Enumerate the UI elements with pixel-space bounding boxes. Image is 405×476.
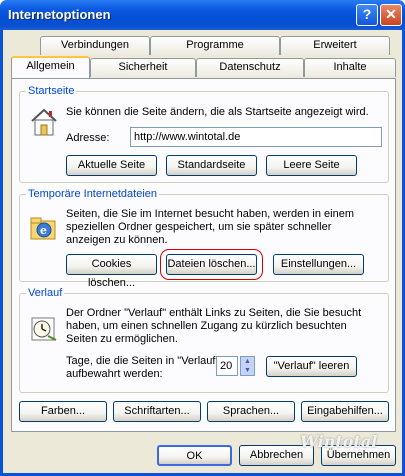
blank-page-button[interactable]: Leere Seite [266,155,357,176]
group-temp-files: Temporäre Internetdateien e Seiten, die … [19,188,389,289]
temp-files-line-1: Seiten, die Sie im Internet besucht habe… [66,208,355,220]
title-bar[interactable]: Internetoptionen ? ✕ [0,0,405,30]
startseite-description: Sie können die Seite ändern, die als Sta… [66,106,369,118]
dialog-client: Verbindungen Programme Erweitert Allgeme… [3,30,402,473]
address-input[interactable]: http://www.wintotal.de [130,127,382,147]
address-label: Adresse: [66,132,110,144]
history-clock-icon [31,317,57,341]
window-title: Internetoptionen [8,7,111,22]
dialog-window: Internetoptionen ? ✕ Verbindungen Progra… [0,0,405,476]
accessibility-button[interactable]: Eingabehilfen... [301,401,389,422]
verlauf-line-2: haben, um einen schnellen Zugang zu kürz… [66,320,347,332]
tab-label: Allgemein [26,60,75,72]
settings-button[interactable]: Einstellungen... [273,254,364,275]
tab-label: Sicherheit [118,61,168,73]
delete-files-highlight [160,249,263,280]
group-title: Temporäre Internetdateien [26,188,160,201]
verlauf-line-3: Seiten zu ermöglichen. [66,333,178,345]
tab-datenschutz[interactable]: Datenschutz [196,58,304,77]
tab-inhalte[interactable]: Inhalte [304,58,396,77]
days-spinner[interactable]: ▲ ▼ [240,356,255,376]
house-icon [31,108,57,136]
group-startseite: Startseite Sie können die Seite ändern, … [19,85,389,183]
group-title: Verlauf [26,287,65,300]
group-verlauf: Verlauf Der Ordner "Verlauf" enthält Lin… [19,287,389,393]
tab-sicherheit[interactable]: Sicherheit [90,58,196,77]
spinner-down-icon[interactable]: ▼ [241,366,254,375]
tab-label: Programme [186,39,244,51]
default-page-button[interactable]: Standardseite [166,155,257,176]
days-label-line-2: aufbewahrt werden: [66,368,163,380]
close-button[interactable]: ✕ [380,4,402,26]
tab-label: Erweitert [313,39,357,51]
spinner-up-icon[interactable]: ▲ [241,357,254,366]
tab-label: Inhalte [333,61,367,73]
help-button[interactable]: ? [356,4,378,26]
tab-label: Verbindungen [61,39,129,51]
tab-allgemein[interactable]: Allgemein [11,56,90,78]
svg-text:e: e [40,224,47,237]
close-icon: ✕ [385,6,397,22]
tab-label: Datenschutz [219,61,281,73]
delete-cookies-button[interactable]: Cookies löschen... [66,254,157,289]
colors-button[interactable]: Farben... [19,401,107,422]
current-page-button[interactable]: Aktuelle Seite [66,155,157,176]
tab-programme[interactable]: Programme [150,36,280,55]
watermark: Wintotal [300,432,378,451]
temp-files-line-3: anzeigen zu können. [66,234,168,246]
verlauf-line-1: Der Ordner "Verlauf" enthält Links zu Se… [66,307,362,319]
fonts-button[interactable]: Schriftarten... [113,401,201,422]
tab-panel-allgemein: Startseite Sie können die Seite ändern, … [11,78,396,432]
group-title: Startseite [26,85,77,98]
help-icon: ? [362,6,372,22]
days-input[interactable]: 20 [216,356,238,376]
tab-erweitert[interactable]: Erweitert [280,36,390,55]
temp-files-folder-icon: e [30,217,56,240]
clear-history-button[interactable]: "Verlauf" leeren [266,356,357,377]
tab-verbindungen[interactable]: Verbindungen [40,36,150,55]
days-label-line-1: Tage, die die Seiten in "Verlauf" [66,355,220,367]
languages-button[interactable]: Sprachen... [207,401,295,422]
ok-button[interactable]: OK [157,445,232,466]
temp-files-line-2: speziellen Ordner gespeichert, um sie sp… [66,221,332,233]
